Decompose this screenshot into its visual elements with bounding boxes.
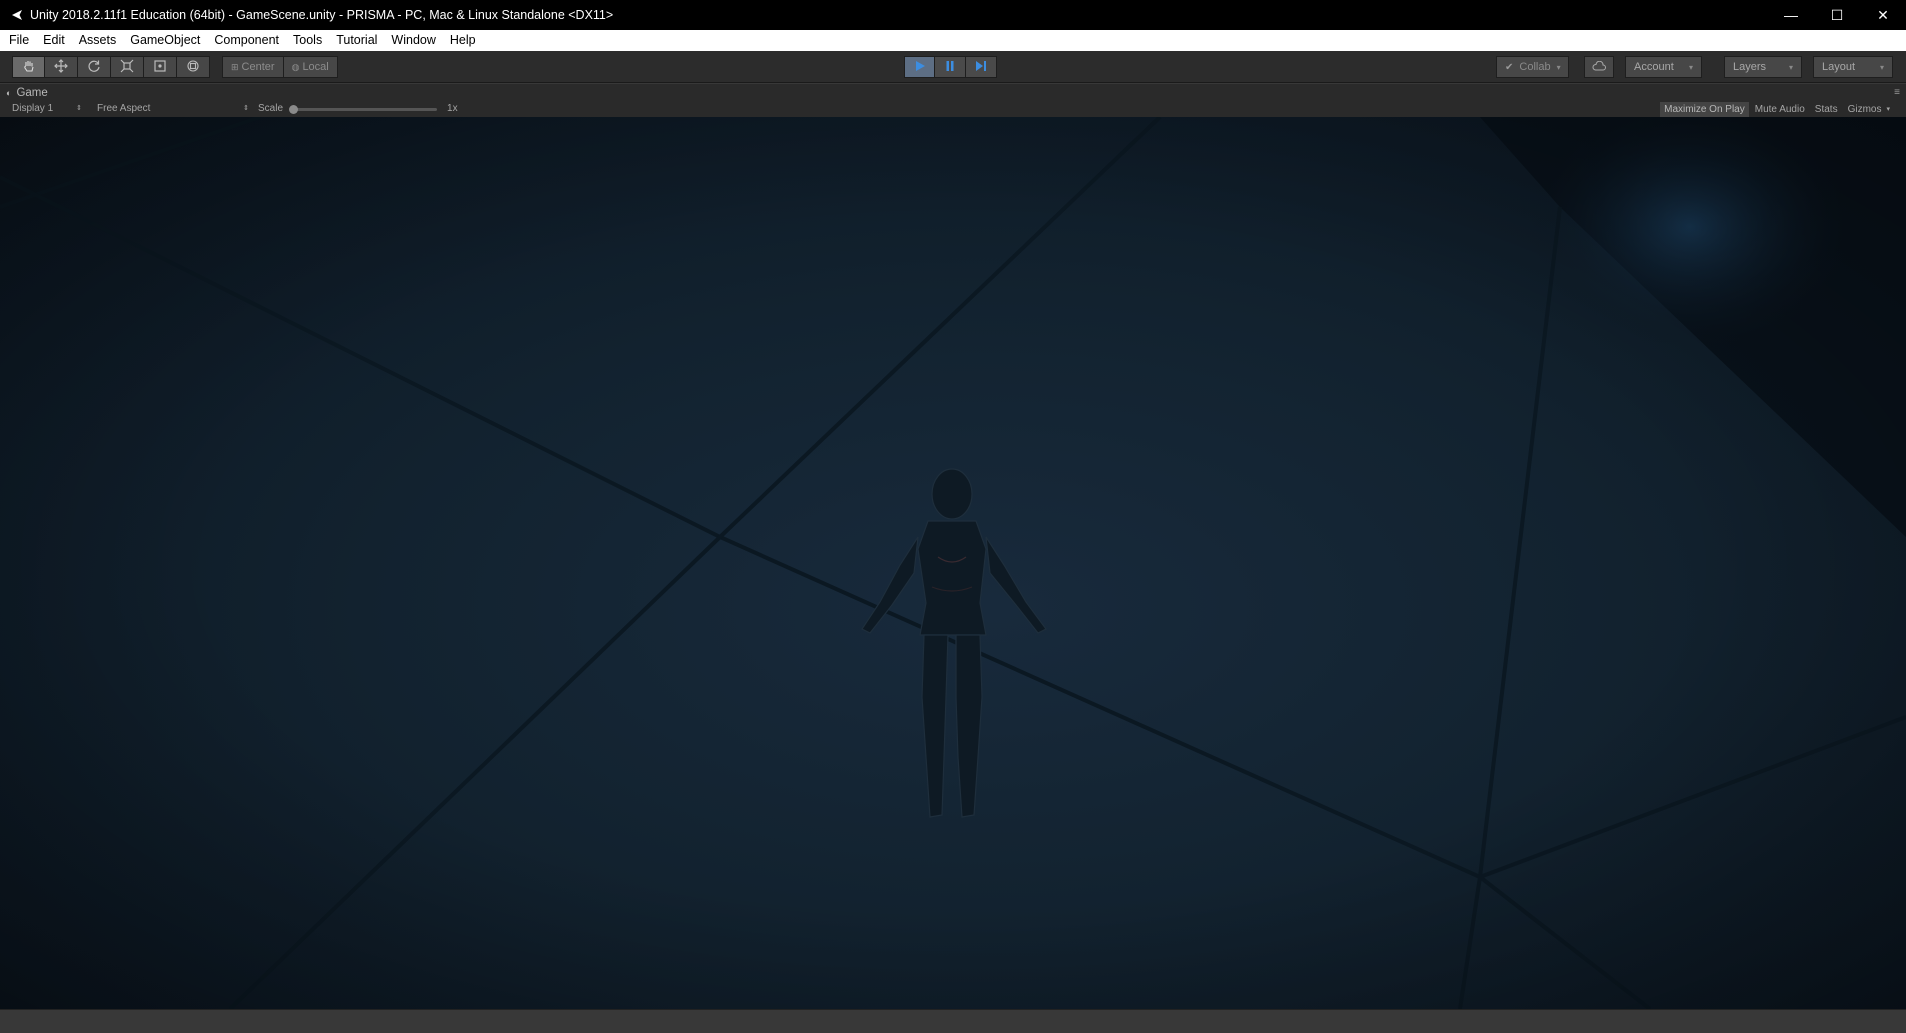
scale-slider[interactable]: [289, 104, 438, 114]
scale-value: 1x: [447, 103, 458, 114]
status-bar: [0, 1009, 1906, 1033]
game-viewport[interactable]: [0, 117, 1906, 1009]
transform-icon: [186, 59, 200, 76]
game-view-toggles: Maximize On Play Mute Audio Stats Gizmos…: [1660, 101, 1894, 117]
layout-group: Layout ▾: [1813, 56, 1893, 78]
pause-icon: [944, 60, 956, 75]
close-button[interactable]: ✕: [1860, 0, 1906, 30]
scale-label: Scale: [258, 103, 284, 114]
display-label: Display 1: [12, 103, 54, 114]
cloud-icon: [1592, 60, 1606, 74]
step-icon: [975, 60, 987, 75]
local-space-icon: ◍: [291, 61, 300, 72]
layers-group: Layers ▾: [1724, 56, 1802, 78]
menu-bar: File Edit Assets GameObject Component To…: [0, 30, 1906, 51]
center-pivot-icon: ⊞: [231, 61, 239, 72]
collab-group: ✔ Collab ▾: [1496, 56, 1569, 78]
menu-file[interactable]: File: [4, 30, 34, 51]
window-title: Unity 2018.2.11f1 Education (64bit) - Ga…: [30, 8, 614, 22]
updown-arrows-icon: ⇕: [76, 105, 82, 112]
menu-tools[interactable]: Tools: [288, 30, 327, 51]
pivot-space-toggle[interactable]: ◍ Local: [283, 56, 338, 78]
minimize-button[interactable]: —: [1768, 0, 1814, 30]
move-arrows-icon: [54, 58, 68, 76]
menu-tutorial[interactable]: Tutorial: [331, 30, 382, 51]
menu-help[interactable]: Help: [445, 30, 481, 51]
account-label: Account: [1634, 61, 1674, 73]
rect-tool-button[interactable]: [144, 56, 177, 78]
menu-gameobject[interactable]: GameObject: [125, 30, 205, 51]
pivot-space-label: Local: [302, 61, 329, 73]
transform-tool-button[interactable]: [177, 56, 210, 78]
layout-dropdown[interactable]: Layout ▾: [1813, 56, 1893, 78]
cloud-group: [1584, 56, 1614, 78]
layers-dropdown[interactable]: Layers ▾: [1724, 56, 1802, 78]
move-tool-button[interactable]: [45, 56, 78, 78]
menu-edit[interactable]: Edit: [38, 30, 70, 51]
layers-label: Layers: [1733, 61, 1767, 73]
layout-label: Layout: [1822, 61, 1856, 73]
pivot-controls: ⊞ Center ◍ Local: [222, 56, 338, 78]
scale-icon: [120, 59, 134, 76]
aspect-label: Free Aspect: [97, 103, 151, 114]
gizmos-label: Gizmos: [1847, 103, 1882, 115]
tab-context-menu-icon[interactable]: ≡: [1894, 87, 1900, 98]
viewport-vignette: [0, 117, 1906, 1009]
hand-tool-button[interactable]: [12, 56, 45, 78]
step-button[interactable]: [966, 56, 997, 78]
maximize-on-play-toggle[interactable]: Maximize On Play: [1660, 101, 1749, 117]
menu-window[interactable]: Window: [386, 30, 440, 51]
cloud-services-button[interactable]: [1584, 56, 1614, 78]
tab-game-label: Game: [16, 86, 48, 99]
account-group: Account ▾: [1625, 56, 1702, 78]
scale-slider-thumb[interactable]: [289, 104, 299, 114]
game-scene-render: [0, 117, 1906, 1009]
rotate-icon: [87, 59, 101, 76]
scale-tool-button[interactable]: [111, 56, 144, 78]
window-title-bar: Unity 2018.2.11f1 Education (64bit) - Ga…: [0, 0, 1906, 30]
chevron-down-icon: ▾: [1688, 62, 1693, 72]
hand-icon: [22, 59, 36, 76]
gizmos-dropdown[interactable]: Gizmos ▾: [1844, 102, 1894, 117]
play-button[interactable]: [904, 56, 935, 78]
pivot-center-label: Center: [241, 61, 275, 73]
display-dropdown[interactable]: Display 1 ⇕: [12, 101, 82, 117]
stats-toggle[interactable]: Stats: [1811, 102, 1842, 117]
collab-label: Collab: [1519, 61, 1551, 73]
chevron-down-icon: ▾: [1556, 62, 1561, 72]
rect-icon: [153, 59, 167, 76]
collab-dropdown[interactable]: ✔ Collab ▾: [1496, 56, 1569, 78]
updown-arrows-icon: ⇕: [243, 105, 249, 112]
mute-audio-toggle[interactable]: Mute Audio: [1751, 102, 1809, 117]
aspect-dropdown[interactable]: Free Aspect ⇕: [97, 101, 249, 117]
menu-component[interactable]: Component: [209, 30, 284, 51]
game-controller-icon: ◐: [6, 87, 12, 98]
tab-game[interactable]: ◐ Game: [6, 84, 48, 101]
chevron-down-icon: ▾: [1886, 105, 1890, 113]
unity-logo-icon: [10, 8, 24, 22]
transform-tools: [12, 56, 210, 78]
chevron-down-icon: ▾: [1788, 62, 1793, 72]
pivot-center-toggle[interactable]: ⊞ Center: [222, 56, 284, 78]
account-dropdown[interactable]: Account ▾: [1625, 56, 1702, 78]
play-icon: [914, 60, 926, 75]
scale-control: Scale 1x: [258, 101, 458, 117]
main-toolbar: ⊞ Center ◍ Local ✔ Collab ▾ Account ▾ La…: [0, 51, 1906, 83]
check-icon: ✔: [1505, 61, 1514, 73]
maximize-button[interactable]: ☐: [1814, 0, 1860, 30]
rotate-tool-button[interactable]: [78, 56, 111, 78]
chevron-down-icon: ▾: [1879, 62, 1884, 72]
pause-button[interactable]: [935, 56, 966, 78]
play-controls: [904, 56, 997, 78]
game-view-toolbar: Display 1 ⇕ Free Aspect ⇕ Scale 1x Maxim…: [0, 101, 1906, 117]
menu-assets[interactable]: Assets: [74, 30, 122, 51]
game-tab-bar: ◐ Game ≡: [0, 84, 1906, 101]
